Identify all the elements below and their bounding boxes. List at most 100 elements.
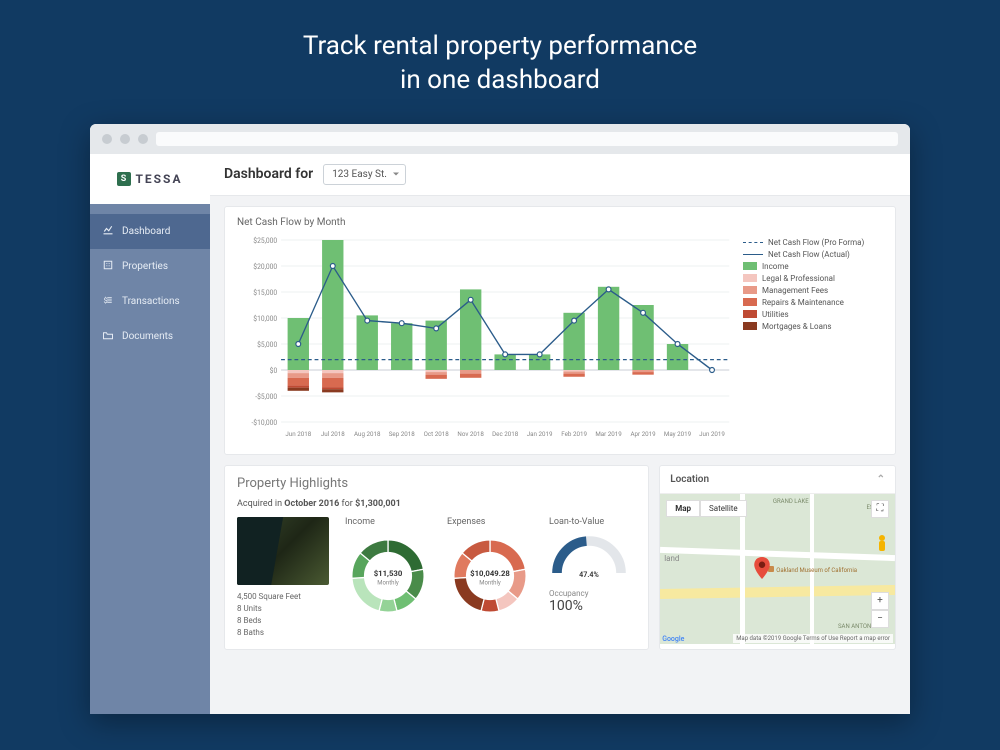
map-area-label: GRAND LAKE [773, 498, 809, 505]
svg-text:May 2019: May 2019 [664, 429, 692, 437]
legend-label: Mortgages & Loans [762, 322, 832, 331]
legend-item[interactable]: Income [743, 262, 883, 271]
svg-text:Mar 2019: Mar 2019 [595, 429, 622, 437]
svg-text:$: $ [104, 296, 108, 305]
property-select-value: 123 Easy St. [332, 169, 387, 180]
property-photo[interactable] [237, 517, 329, 585]
svg-text:Sep 2018: Sep 2018 [389, 429, 415, 437]
building-icon [102, 259, 114, 274]
fullscreen-icon[interactable]: ⛶ [871, 500, 889, 518]
brand-name: TESSA [135, 172, 182, 186]
map-attribution: Map data ©2019 Google Terms of Use Repor… [733, 634, 893, 643]
legend-swatch [743, 310, 757, 318]
sidebar-item-label: Transactions [122, 296, 180, 307]
svg-text:$25,000: $25,000 [253, 236, 277, 244]
income-donut[interactable]: $11,530 Monthly [345, 533, 431, 619]
legend-item[interactable]: Mortgages & Loans [743, 322, 883, 331]
svg-text:Apr 2019: Apr 2019 [630, 429, 656, 437]
legend-swatch [743, 262, 757, 270]
svg-text:-$5,000: -$5,000 [255, 392, 277, 400]
legend-swatch [743, 274, 757, 282]
svg-text:$15,000: $15,000 [253, 288, 277, 296]
expenses-label: Expenses [447, 517, 533, 527]
svg-text:-$10,000: -$10,000 [251, 418, 277, 426]
cashflow-chart[interactable]: -$10,000-$5,000$0$5,000$10,000$15,000$20… [237, 234, 735, 444]
svg-text:Dec 2018: Dec 2018 [492, 429, 519, 437]
svg-text:Aug 2018: Aug 2018 [354, 429, 381, 437]
legend-item[interactable]: Repairs & Maintenance [743, 298, 883, 307]
expenses-donut[interactable]: $10,049.28 Monthly [447, 533, 533, 619]
zoom-out-button[interactable]: − [871, 610, 889, 628]
legend-label: Legal & Professional [762, 274, 835, 283]
acq-mid: for [339, 499, 355, 509]
brand-logo[interactable]: S TESSA [90, 154, 210, 204]
legend-item[interactable]: Utilities [743, 310, 883, 319]
property-fact: 8 Beds [237, 615, 329, 627]
map-tab-satellite[interactable]: Satellite [700, 500, 747, 517]
map-type-toggle[interactable]: Map Satellite [666, 500, 746, 517]
svg-text:Nov 2018: Nov 2018 [457, 429, 484, 437]
chart-line-icon [102, 224, 114, 239]
map-tab-map[interactable]: Map [666, 500, 700, 517]
browser-frame: S TESSA Dashboard Properties $ Transactions… [90, 124, 910, 714]
legend-label: Repairs & Maintenance [762, 298, 844, 307]
url-bar[interactable] [156, 132, 898, 146]
location-card: Location ⌃ GRAND LAKE ESHORE SAN ANTONIO… [659, 465, 896, 650]
legend-item[interactable]: Management Fees [743, 286, 883, 295]
pegman-icon[interactable] [875, 534, 889, 554]
income-metric: Income $11,530 Monthly [345, 517, 431, 623]
sidebar-item-documents[interactable]: Documents [90, 319, 210, 354]
sidebar-item-label: Dashboard [122, 226, 170, 237]
legend-label: Management Fees [762, 286, 828, 295]
money-icon: $ [102, 294, 114, 309]
legend-item[interactable]: Legal & Professional [743, 274, 883, 283]
chart-legend: Net Cash Flow (Pro Forma) Net Cash Flow (… [743, 234, 883, 444]
folder-icon [102, 329, 114, 344]
property-select[interactable]: 123 Easy St. [323, 164, 406, 185]
legend-swatch [743, 242, 763, 243]
acq-date: October 2016 [284, 499, 339, 509]
acquired-line: Acquired in October 2016 for $1,300,001 [237, 499, 636, 509]
legend-item[interactable]: Net Cash Flow (Pro Forma) [743, 238, 883, 247]
sidebar-nav: Dashboard Properties $ Transactions Document… [90, 204, 210, 354]
acq-prefix: Acquired in [237, 499, 284, 509]
legend-swatch [743, 254, 763, 255]
chevron-up-icon[interactable]: ⌃ [877, 474, 885, 485]
legend-swatch [743, 322, 757, 330]
occupancy-value: 100% [549, 598, 629, 614]
location-title: Location [670, 474, 709, 485]
main-panel: Dashboard for 123 Easy St. Net Cash Flow… [210, 154, 910, 714]
property-thumb-block: 4,500 Square Feet8 Units8 Beds8 Baths [237, 517, 329, 639]
map-highway [660, 585, 895, 599]
property-facts: 4,500 Square Feet8 Units8 Beds8 Baths [237, 591, 329, 639]
property-fact: 8 Baths [237, 627, 329, 639]
window-dot [138, 134, 148, 144]
map-poi-label: Oakland Museum of California [768, 566, 857, 574]
expenses-value: $10,049.28 [470, 569, 510, 578]
ltv-gauge[interactable]: 47.4% [549, 533, 629, 581]
legend-item[interactable]: Net Cash Flow (Actual) [743, 250, 883, 259]
svg-text:$20,000: $20,000 [253, 262, 277, 270]
legend-label: Income [762, 262, 789, 271]
legend-label: Net Cash Flow (Actual) [768, 250, 850, 259]
zoom-in-button[interactable]: + [871, 592, 889, 610]
svg-text:Feb 2019: Feb 2019 [561, 429, 587, 437]
sidebar-item-transactions[interactable]: $ Transactions [90, 284, 210, 319]
income-label: Income [345, 517, 431, 527]
sidebar-item-dashboard[interactable]: Dashboard [90, 214, 210, 249]
ltv-metric: Loan-to-Value 47.4% Occupancy 100% [549, 517, 629, 614]
map[interactable]: GRAND LAKE ESHORE SAN ANTONIO land Oakla… [660, 494, 895, 644]
ltv-value: 47.4% [579, 570, 599, 579]
map-city-label: land [664, 554, 679, 563]
legend-swatch [743, 298, 757, 306]
expenses-metric: Expenses $10,049.28 Monthly [447, 517, 533, 623]
sidebar-item-properties[interactable]: Properties [90, 249, 210, 284]
hero-headline: Track rental property performance in one… [0, 0, 1000, 124]
ltv-label: Loan-to-Value [549, 517, 629, 527]
svg-text:Jul 2018: Jul 2018 [321, 429, 345, 437]
sidebar-item-label: Documents [122, 331, 173, 342]
page-title-prefix: Dashboard for [224, 166, 313, 182]
property-highlights-card: Property Highlights Acquired in October … [224, 465, 649, 650]
property-fact: 4,500 Square Feet [237, 591, 329, 603]
occupancy-label: Occupancy [549, 589, 629, 598]
